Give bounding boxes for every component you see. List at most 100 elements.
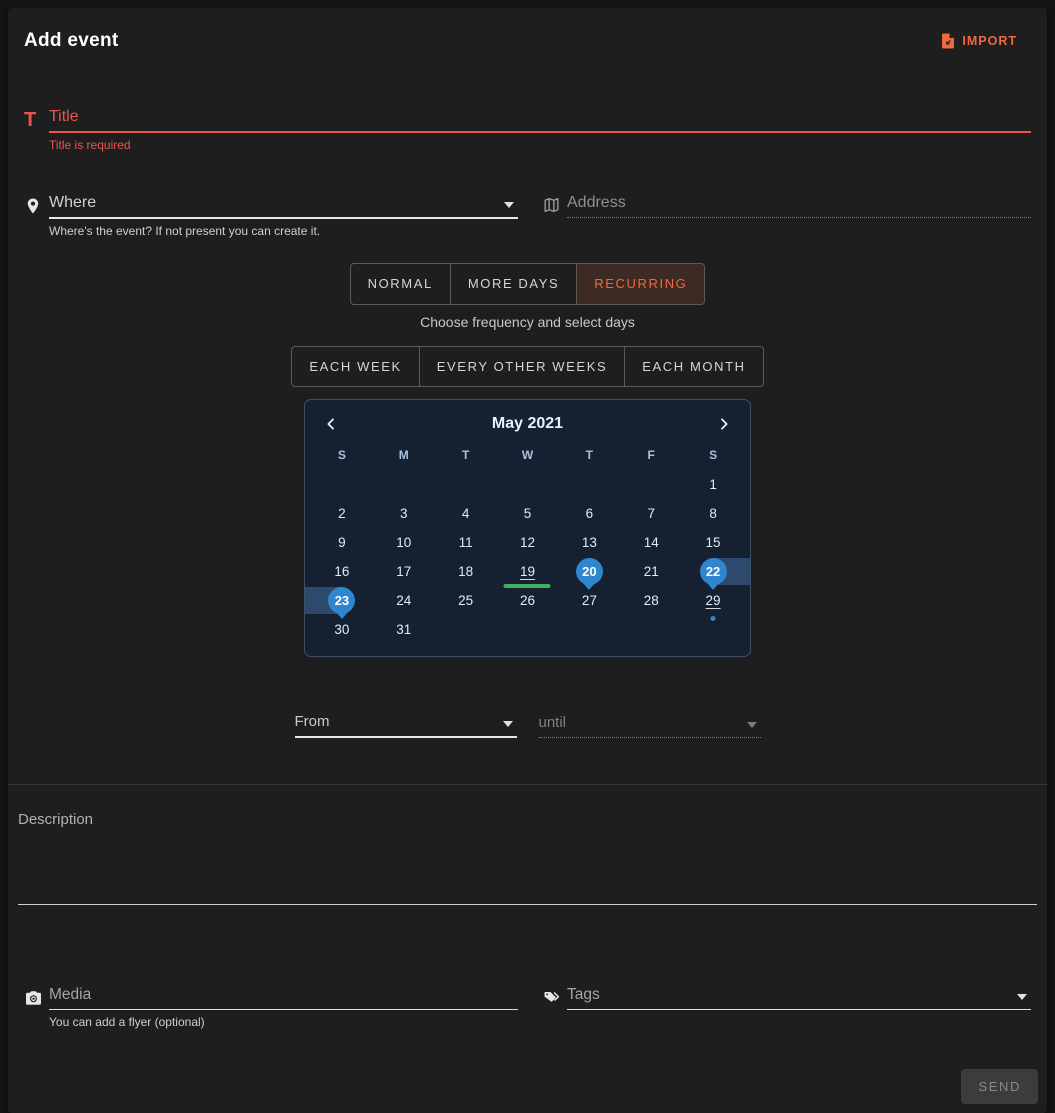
calendar-day-cell[interactable]: 21: [620, 557, 682, 586]
calendar-day-cell[interactable]: 20: [558, 557, 620, 586]
tags-input[interactable]: [567, 984, 1011, 1009]
calendar-day-cell[interactable]: 22: [682, 557, 744, 586]
calendar-day-cell[interactable]: 1: [682, 470, 744, 499]
media-input[interactable]: [49, 984, 518, 1009]
title-icon: T: [24, 110, 49, 133]
calendar-day-cell[interactable]: 26: [497, 586, 559, 615]
day-number[interactable]: 19: [520, 564, 535, 579]
day-number[interactable]: 28: [644, 593, 659, 608]
frequency-buttons: EACH WEEK EVERY OTHER WEEKS EACH MONTH: [291, 346, 763, 388]
day-number[interactable]: 31: [396, 622, 411, 637]
time-row: From until: [8, 711, 1047, 738]
calendar-day-cell[interactable]: 17: [373, 557, 435, 586]
calendar-day-cell[interactable]: 6: [558, 499, 620, 528]
day-number[interactable]: 9: [338, 535, 346, 550]
description-textarea[interactable]: [18, 811, 1037, 905]
calendar-day-cell[interactable]: 28: [620, 586, 682, 615]
day-number[interactable]: 16: [334, 564, 349, 579]
day-number[interactable]: 12: [520, 535, 535, 550]
calendar-day-cell[interactable]: 3: [373, 499, 435, 528]
calendar-day-cell[interactable]: 12: [497, 528, 559, 557]
day-number[interactable]: 18: [458, 564, 473, 579]
from-label: From: [295, 711, 330, 736]
calendar-prev-month-button[interactable]: [319, 412, 343, 436]
calendar-day-cell[interactable]: 9: [311, 528, 373, 557]
frequency-each-week-button[interactable]: EACH WEEK: [292, 347, 419, 387]
day-number[interactable]: 29: [706, 593, 721, 608]
calendar-day-cell[interactable]: 29: [682, 586, 744, 615]
address-input[interactable]: [567, 192, 1031, 217]
where-hint-text: Where's the event? If not present you ca…: [49, 224, 518, 238]
day-number[interactable]: 5: [524, 506, 532, 521]
title-field-block: T Title is required: [8, 106, 1047, 152]
day-number[interactable]: 21: [644, 564, 659, 579]
day-number[interactable]: 7: [647, 506, 655, 521]
calendar-day-cell[interactable]: 10: [373, 528, 435, 557]
where-dropdown-caret-icon[interactable]: [504, 202, 514, 208]
from-time-select[interactable]: From: [295, 711, 517, 738]
day-number[interactable]: 4: [462, 506, 470, 521]
day-number[interactable]: 17: [396, 564, 411, 579]
day-number[interactable]: 14: [644, 535, 659, 550]
calendar-day-cell[interactable]: 7: [620, 499, 682, 528]
calendar-day-cell[interactable]: 25: [435, 586, 497, 615]
calendar-day-cell[interactable]: 27: [558, 586, 620, 615]
until-dropdown-caret-icon: [747, 722, 757, 728]
until-time-select[interactable]: until: [539, 711, 761, 738]
day-number[interactable]: 27: [582, 593, 597, 608]
day-number[interactable]: 10: [396, 535, 411, 550]
import-file-icon: [939, 32, 957, 50]
until-label: until: [539, 712, 567, 737]
where-field-block: Where's the event? If not present you ca…: [24, 192, 518, 238]
calendar-day-cell[interactable]: 31: [373, 615, 435, 644]
calendar-day-cell[interactable]: 2: [311, 499, 373, 528]
calendar-day-cell[interactable]: 23: [311, 586, 373, 615]
day-number[interactable]: 15: [706, 535, 721, 550]
selected-day-balloon[interactable]: 20: [576, 558, 603, 585]
day-number[interactable]: 1: [709, 477, 717, 492]
calendar-day-cell[interactable]: 24: [373, 586, 435, 615]
tab-more-days[interactable]: MORE DAYS: [451, 264, 577, 304]
calendar-day-cell[interactable]: 5: [497, 499, 559, 528]
selected-day-balloon[interactable]: 22: [700, 558, 727, 585]
day-number[interactable]: 13: [582, 535, 597, 550]
day-number[interactable]: 25: [458, 593, 473, 608]
frequency-caption: Choose frequency and select days: [420, 314, 635, 330]
calendar-day-cell[interactable]: 11: [435, 528, 497, 557]
send-button[interactable]: SEND: [961, 1069, 1038, 1104]
day-number[interactable]: 11: [459, 535, 473, 550]
frequency-every-other-weeks-button[interactable]: EVERY OTHER WEEKS: [420, 347, 625, 387]
weekday-label: S: [311, 444, 373, 466]
media-field-block: You can add a flyer (optional): [24, 984, 518, 1029]
import-button[interactable]: IMPORT: [939, 32, 1017, 50]
calendar-day-cell[interactable]: 13: [558, 528, 620, 557]
address-field-block: [542, 192, 1031, 238]
from-dropdown-caret-icon: [503, 721, 513, 727]
calendar-day-cell[interactable]: 15: [682, 528, 744, 557]
where-input[interactable]: [49, 192, 498, 217]
calendar-day-cell[interactable]: 19: [497, 557, 559, 586]
selected-day-balloon[interactable]: 23: [328, 587, 355, 614]
calendar-day-cell[interactable]: 18: [435, 557, 497, 586]
tags-dropdown-caret-icon[interactable]: [1017, 994, 1027, 1000]
day-number[interactable]: 6: [586, 506, 594, 521]
day-number[interactable]: 2: [338, 506, 346, 521]
day-number[interactable]: 24: [396, 593, 411, 608]
calendar-day-cell[interactable]: 14: [620, 528, 682, 557]
tags-icon: [542, 989, 567, 1010]
tab-recurring[interactable]: RECURRING: [577, 264, 704, 304]
event-type-section: NORMAL MORE DAYS RECURRING Choose freque…: [8, 238, 1047, 387]
weekday-label: T: [435, 444, 497, 466]
calendar-day-cell[interactable]: 16: [311, 557, 373, 586]
tab-normal[interactable]: NORMAL: [351, 264, 451, 304]
day-number[interactable]: 30: [334, 622, 349, 637]
calendar-day-cell[interactable]: 8: [682, 499, 744, 528]
calendar-next-month-button[interactable]: [712, 412, 736, 436]
day-number[interactable]: 3: [400, 506, 408, 521]
calendar-day-cell[interactable]: 30: [311, 615, 373, 644]
day-number[interactable]: 8: [709, 506, 717, 521]
frequency-each-month-button[interactable]: EACH MONTH: [625, 347, 762, 387]
title-input[interactable]: [49, 106, 1031, 131]
day-number[interactable]: 26: [520, 593, 535, 608]
calendar-day-cell[interactable]: 4: [435, 499, 497, 528]
